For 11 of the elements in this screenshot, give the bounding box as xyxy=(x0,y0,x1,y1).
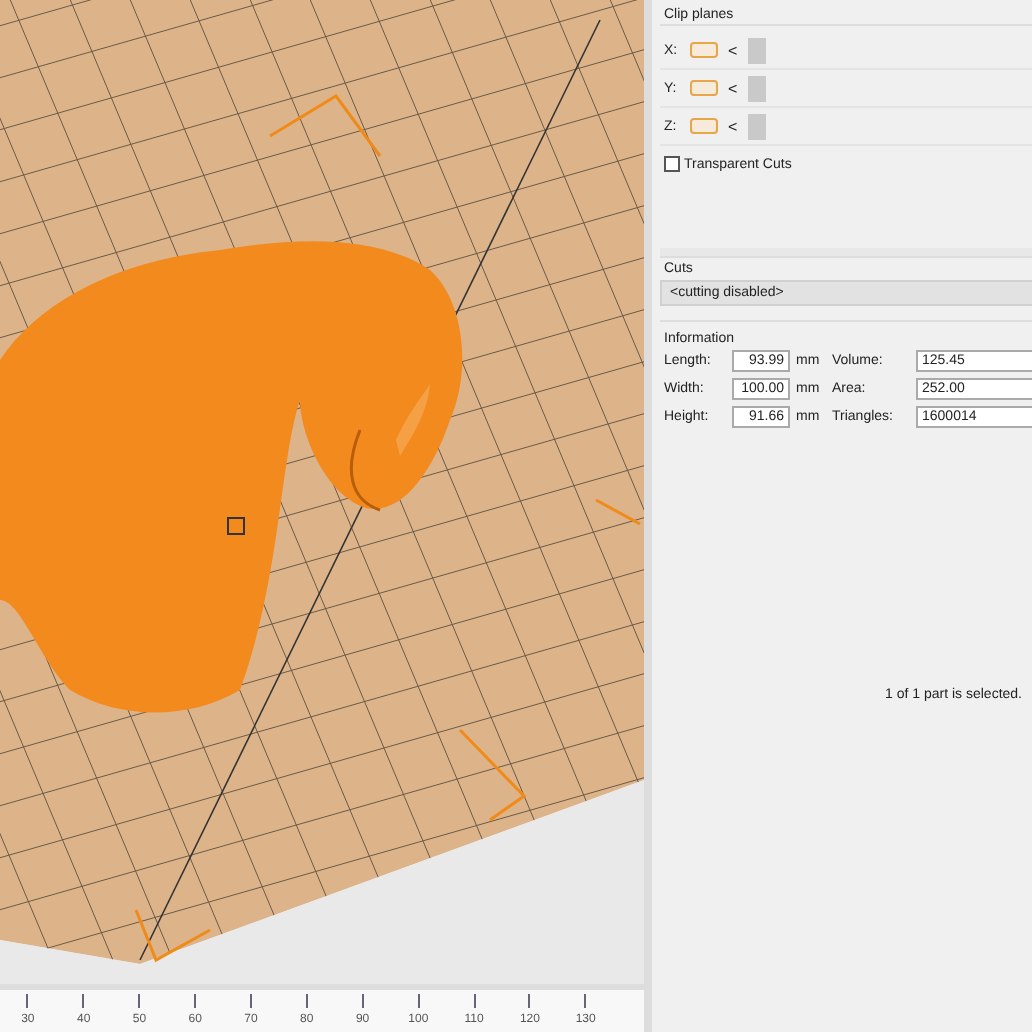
arrow-text[interactable]: < xyxy=(728,41,738,59)
small-button[interactable] xyxy=(747,113,766,139)
small-button[interactable] xyxy=(747,75,766,101)
arrow-text[interactable]: < xyxy=(728,117,738,135)
checkbox[interactable] xyxy=(664,156,680,172)
small-button[interactable] xyxy=(747,37,766,63)
3d-viewport[interactable] xyxy=(0,0,644,984)
color-swatch[interactable] xyxy=(690,118,718,134)
arrow-text[interactable]: < xyxy=(728,79,738,97)
color-swatch[interactable] xyxy=(690,42,718,58)
color-swatch[interactable] xyxy=(690,80,718,96)
